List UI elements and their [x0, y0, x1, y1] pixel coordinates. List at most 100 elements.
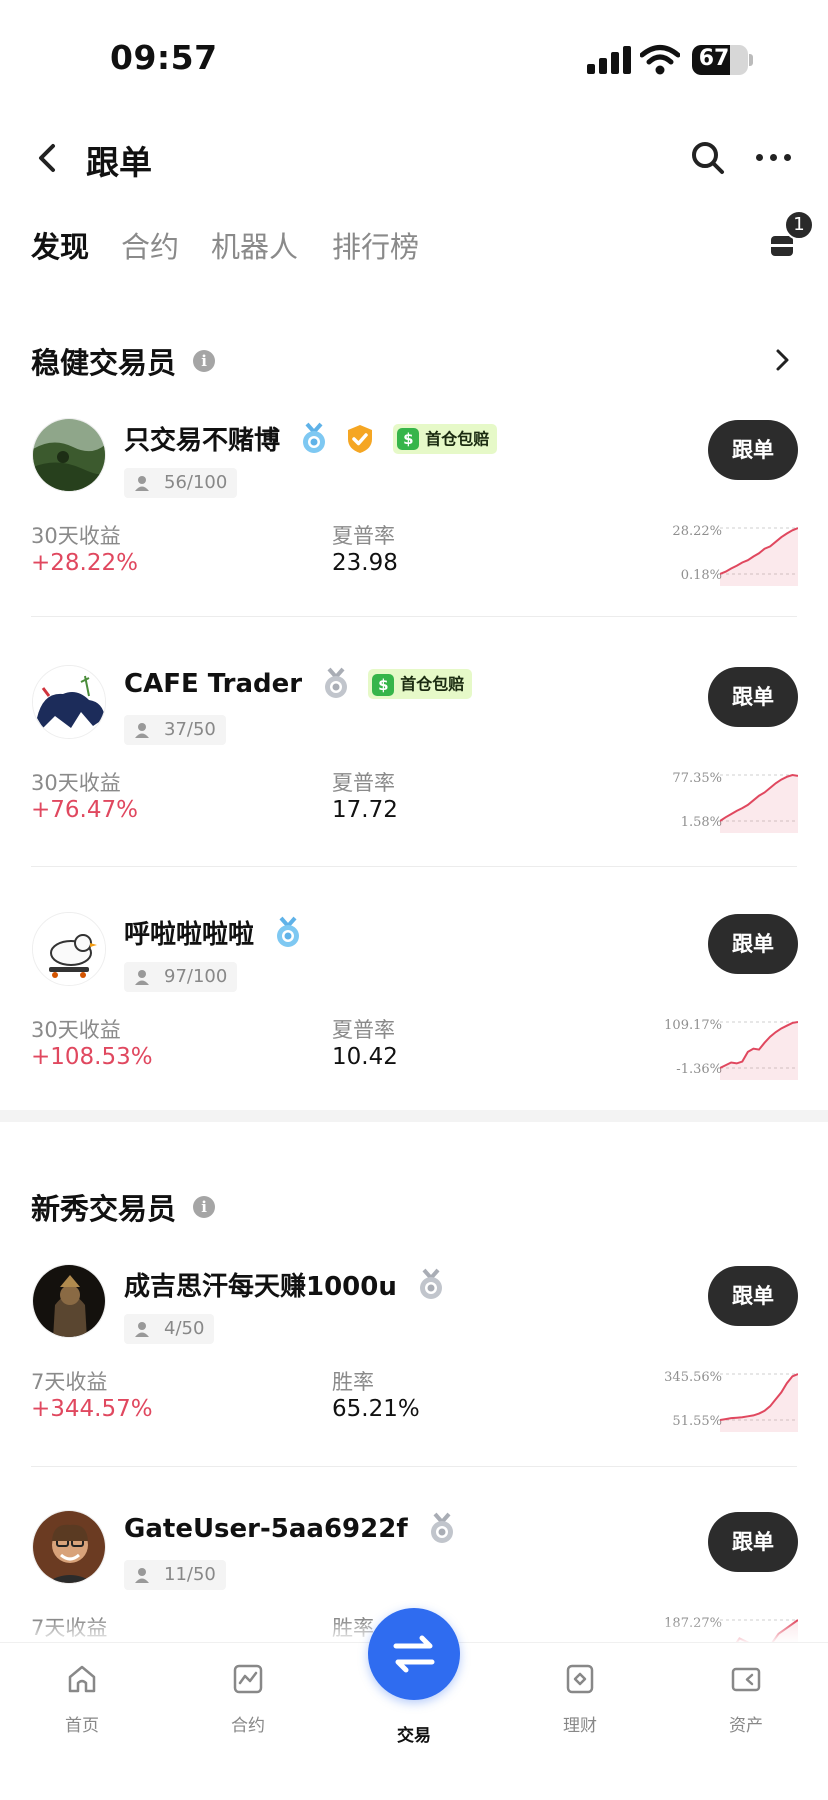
- tab-leaderboard[interactable]: 排行榜: [332, 224, 419, 266]
- sparkline: [720, 527, 798, 586]
- metric-value: 23.98: [332, 550, 398, 576]
- metric-label: 7天收益: [31, 1370, 108, 1394]
- medal-blue-icon: [277, 916, 300, 947]
- status-bar: 09:57 67: [0, 0, 828, 120]
- medal-silver-icon: [419, 1268, 442, 1299]
- section-title: 稳健交易员: [31, 346, 177, 380]
- trader-card[interactable]: 成吉思汗每天赚1000u 4/50 跟单 7天收益 +344.57% 胜率 65…: [0, 1254, 828, 1474]
- first-position-guarantee-tag: $ 首仓包赔: [393, 423, 498, 454]
- first-position-guarantee-tag: $ 首仓包赔: [368, 669, 473, 699]
- finance-icon: [566, 1664, 594, 1694]
- avatar: [32, 1264, 106, 1338]
- copy-trade-button[interactable]: 跟单: [708, 1266, 798, 1326]
- section-title: 新秀交易员: [31, 1192, 177, 1226]
- trader-name: CAFE Trader: [124, 669, 303, 699]
- sparkline-area: [720, 528, 798, 586]
- tab-contract[interactable]: 合约: [121, 224, 179, 266]
- metric-value: +76.47%: [31, 797, 138, 823]
- search-icon[interactable]: [690, 140, 726, 176]
- followers-count: 11/50: [124, 1560, 226, 1590]
- sparkline-area: [720, 775, 798, 833]
- nav-contract[interactable]: 合约: [198, 1663, 298, 1736]
- signal-icon: [587, 46, 631, 74]
- sparkline: [720, 1021, 798, 1080]
- wifi-icon: [640, 45, 680, 75]
- avatar: [32, 418, 106, 492]
- user-icon: [135, 1322, 149, 1337]
- metric-label: 30天收益: [31, 771, 121, 795]
- trader-name: 成吉思汗每天赚1000u: [124, 1272, 397, 1302]
- sparkline-high: 345.56%: [664, 1370, 722, 1385]
- verified-shield-icon: [348, 424, 373, 453]
- info-icon[interactable]: i: [193, 1196, 216, 1218]
- sparkline: [720, 773, 798, 833]
- section-separator: [0, 1110, 828, 1122]
- trader-name: 呼啦啦啦啦: [124, 920, 255, 950]
- trader-card[interactable]: CAFE Trader $ 首仓包赔 37/50 跟单 30天收益 +76.47%…: [0, 655, 828, 875]
- user-icon: [135, 1568, 149, 1583]
- metric-value: +28.22%: [31, 550, 138, 576]
- avatar: [32, 665, 106, 739]
- metric-label: 夏普率: [332, 1018, 395, 1042]
- chevron-right-icon[interactable]: [772, 348, 792, 372]
- medal-silver-icon: [325, 667, 348, 698]
- avatar: [32, 1510, 106, 1584]
- trader-name: 只交易不赌博: [124, 426, 281, 456]
- back-chevron-icon[interactable]: [34, 142, 60, 174]
- home-icon: [68, 1665, 96, 1693]
- sparkline-high: 109.17%: [664, 1018, 722, 1033]
- battery-icon: 67: [692, 45, 748, 75]
- metric-label: 夏普率: [332, 771, 395, 795]
- trader-name: GateUser-5aa6922f: [124, 1514, 408, 1544]
- tab-robot[interactable]: 机器人: [211, 224, 298, 266]
- info-icon[interactable]: i: [193, 350, 216, 372]
- medal-blue-icon: [303, 422, 326, 453]
- user-icon: [135, 723, 149, 738]
- sparkline-low: 1.58%: [680, 815, 722, 830]
- sparkline-low: 0.18%: [680, 568, 722, 583]
- trader-card[interactable]: 呼啦啦啦啦 97/100 跟单 30天收益 +108.53% 夏普率 10.42…: [0, 902, 828, 1122]
- tab-discover[interactable]: 发现: [31, 224, 89, 266]
- trader-card[interactable]: 只交易不赌博 $ 首仓包赔 56/100 跟单 30天收益 +28.22% 夏普率…: [0, 408, 828, 628]
- metric-value: +344.57%: [31, 1396, 153, 1422]
- followers-count: 97/100: [124, 962, 238, 992]
- more-icon[interactable]: [756, 154, 792, 164]
- swap-button[interactable]: [368, 1608, 460, 1700]
- copy-trade-button[interactable]: 跟单: [708, 667, 798, 727]
- swap-icon: [393, 1635, 435, 1673]
- metric-value: 10.42: [332, 1044, 398, 1070]
- user-icon: [135, 970, 149, 985]
- divider: [31, 866, 797, 867]
- nav-assets[interactable]: 资产: [696, 1663, 796, 1736]
- metric-label: 30天收益: [31, 524, 121, 548]
- tab-bar: 发现 合约 机器人 排行榜: [31, 220, 828, 270]
- dollar-icon: $: [397, 428, 420, 450]
- metric-value: 65.21%: [332, 1396, 420, 1422]
- sparkline-low: -1.36%: [676, 1062, 722, 1077]
- sparkline: [720, 1373, 798, 1432]
- nav-finance[interactable]: 理财: [530, 1663, 630, 1736]
- followers-count: 56/100: [124, 468, 238, 498]
- section-rookie-header: 新秀交易员 i: [31, 1186, 216, 1226]
- tray-count-badge: 1: [784, 210, 814, 240]
- avatar: [32, 912, 106, 986]
- nav-home[interactable]: 首页: [32, 1663, 132, 1736]
- copy-trade-button[interactable]: 跟单: [708, 1512, 798, 1572]
- battery-cap: [749, 54, 753, 66]
- user-icon: [135, 476, 149, 491]
- sparkline-low: 51.55%: [672, 1414, 722, 1429]
- section-steady-header: 稳健交易员 i: [31, 340, 216, 380]
- status-time: 09:57: [110, 38, 218, 77]
- followers-count: 37/50: [124, 715, 226, 745]
- nav-header: 跟单: [0, 120, 828, 196]
- sparkline-high: 77.35%: [672, 771, 722, 786]
- metric-value: 17.72: [332, 797, 398, 823]
- metric-label: 夏普率: [332, 524, 395, 548]
- chart-icon: [233, 1664, 263, 1694]
- divider: [31, 616, 797, 617]
- nav-trade[interactable]: 交易: [364, 1709, 464, 1746]
- copy-trade-button[interactable]: 跟单: [708, 420, 798, 480]
- copy-trade-button[interactable]: 跟单: [708, 914, 798, 974]
- dollar-icon: $: [372, 673, 395, 696]
- sparkline-area: [720, 1022, 798, 1080]
